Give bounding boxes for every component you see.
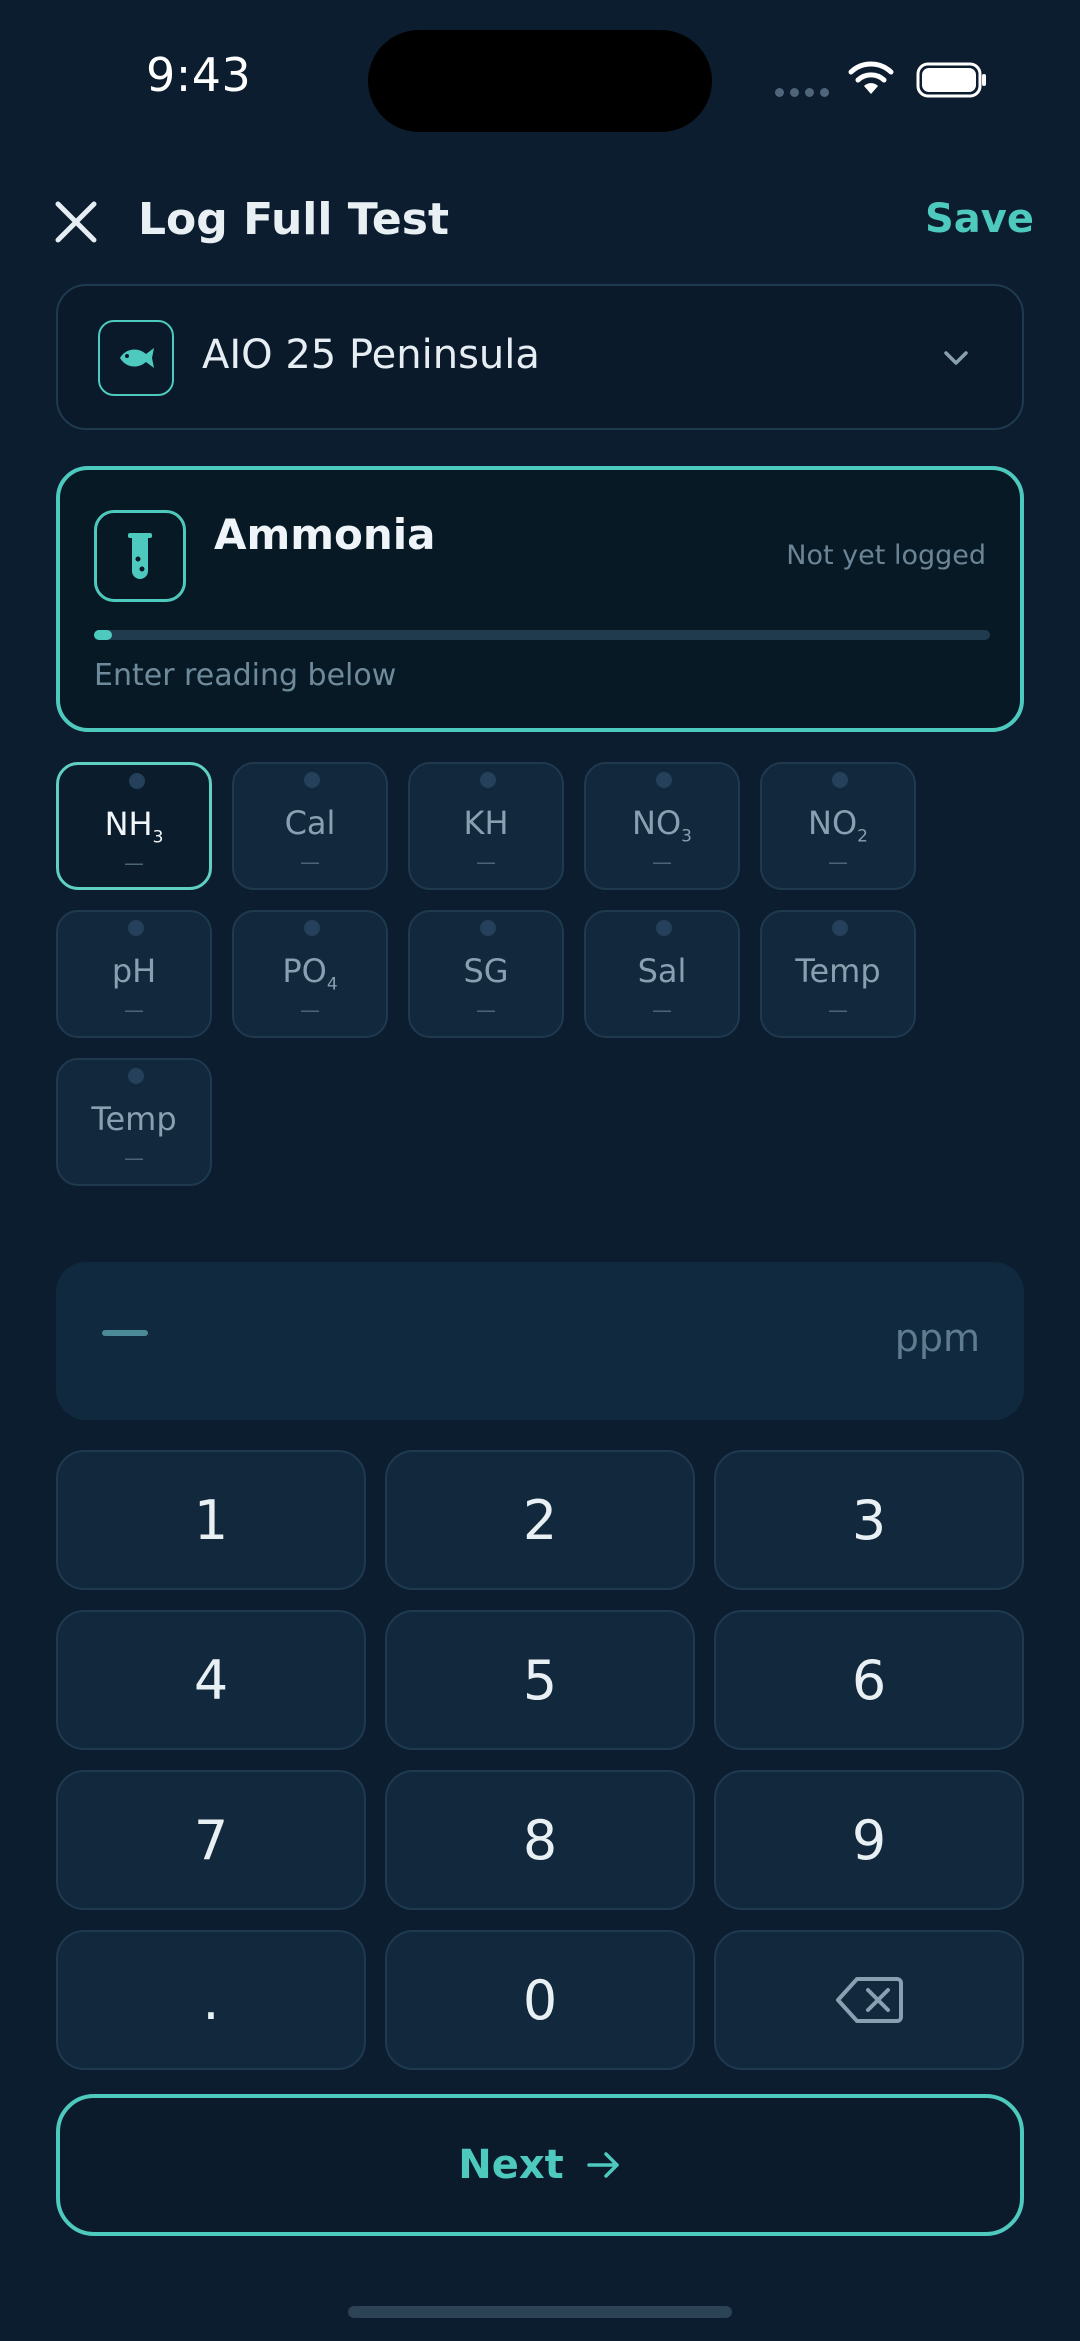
parameter-chip[interactable]: Temp — [56, 1058, 212, 1186]
tank-name: AIO 25 Peninsula [202, 332, 540, 378]
key-label: 0 [522, 1968, 558, 2032]
chip-status-dot [304, 920, 320, 936]
chip-label: NO3 [632, 804, 692, 847]
digit-key-2[interactable]: 2 [385, 1450, 695, 1590]
wifi-icon [848, 61, 894, 94]
digit-key-5[interactable]: 5 [385, 1610, 695, 1750]
empty-reading-placeholder [102, 1330, 148, 1336]
parameter-chip[interactable]: pH — [56, 910, 212, 1038]
parameter-chip[interactable]: Cal — [232, 762, 388, 890]
parameter-chip[interactable]: KH — [408, 762, 564, 890]
chip-status-dot [832, 920, 848, 936]
chip-status-dot [128, 1068, 144, 1084]
chip-label: Temp [91, 1100, 177, 1138]
backspace-icon [836, 1977, 903, 2023]
reading-unit: ppm [894, 1316, 980, 1360]
parameter-chip[interactable]: PO4 — [232, 910, 388, 1038]
chip-label: NH3 [104, 805, 164, 848]
chip-label: KH [463, 804, 509, 842]
dynamic-island [368, 30, 712, 132]
parameter-name: Ammonia [214, 510, 436, 559]
digit-key-4[interactable]: 4 [56, 1610, 366, 1750]
chip-status-dot [656, 772, 672, 788]
key-label: 9 [851, 1808, 887, 1872]
close-icon[interactable] [52, 198, 100, 246]
parameter-chip[interactable]: Sal — [584, 910, 740, 1038]
arrow-right-icon [587, 2152, 619, 2178]
chip-value: — [652, 850, 672, 874]
progress-fill [94, 630, 112, 640]
next-button[interactable]: Next [56, 2094, 1024, 2236]
status-bar: 9:43 [0, 0, 1080, 160]
chip-status-dot [656, 920, 672, 936]
digit-key-6[interactable]: 6 [714, 1610, 1024, 1750]
parameter-chip[interactable]: NO2 — [760, 762, 916, 890]
progress-bar [94, 630, 990, 640]
header: Log Full Test Save [0, 180, 1080, 260]
digit-key-0[interactable]: 0 [385, 1930, 695, 2070]
key-label: 7 [193, 1808, 229, 1872]
chip-label: PO4 [282, 952, 338, 995]
chip-value: — [124, 998, 144, 1022]
key-label: 4 [193, 1648, 229, 1712]
parameter-chip[interactable]: NH3 — [56, 762, 212, 890]
chip-value: — [124, 1146, 144, 1170]
fish-icon [98, 320, 174, 396]
chip-value: — [828, 998, 848, 1022]
chevron-down-icon [944, 351, 968, 365]
digit-key-9[interactable]: 9 [714, 1770, 1024, 1910]
key-label: 5 [522, 1648, 558, 1712]
chip-label: pH [111, 952, 157, 990]
parameter-status: Not yet logged [786, 540, 986, 571]
digit-key-8[interactable]: 8 [385, 1770, 695, 1910]
chip-status-dot [480, 920, 496, 936]
chip-value: — [476, 850, 496, 874]
chip-value: — [652, 998, 672, 1022]
key-label: 8 [522, 1808, 558, 1872]
parameter-chip[interactable]: Temp — [760, 910, 916, 1038]
parameter-chip[interactable]: NO3 — [584, 762, 740, 890]
key-label: 2 [522, 1488, 558, 1552]
key-label: 1 [193, 1488, 229, 1552]
key-label: 6 [851, 1648, 887, 1712]
chip-label: Cal [284, 804, 336, 842]
page-title: Log Full Test [138, 194, 449, 245]
key-label: . [202, 1968, 220, 2032]
battery-icon [916, 62, 986, 98]
digit-key-3[interactable]: 3 [714, 1450, 1024, 1590]
reading-display: ppm [56, 1262, 1024, 1420]
chip-status-dot [832, 772, 848, 788]
current-parameter-card: Ammonia Not yet logged Enter reading bel… [56, 466, 1024, 732]
chip-label: NO2 [808, 804, 868, 847]
digit-key-7[interactable]: 7 [56, 1770, 366, 1910]
chip-label: Temp [795, 952, 881, 990]
chip-value: — [476, 998, 496, 1022]
decimal-key[interactable]: . [56, 1930, 366, 2070]
chip-value: — [828, 850, 848, 874]
test-tube-icon [94, 510, 186, 602]
parameter-chip[interactable]: SG — [408, 910, 564, 1038]
backspace-key[interactable] [714, 1930, 1024, 2070]
status-time: 9:43 [146, 48, 252, 102]
chip-label: SG [463, 952, 509, 990]
cellular-signal-icon [775, 88, 829, 97]
home-indicator [348, 2306, 732, 2318]
chip-status-dot [480, 772, 496, 788]
chip-status-dot [304, 772, 320, 788]
parameter-hint: Enter reading below [94, 658, 397, 693]
chip-status-dot [129, 773, 145, 789]
chip-value: — [300, 998, 320, 1022]
chip-value: — [300, 850, 320, 874]
chip-value: — [124, 851, 144, 875]
tank-selector[interactable]: AIO 25 Peninsula [56, 284, 1024, 430]
chip-label: Sal [637, 952, 687, 990]
key-label: 3 [851, 1488, 887, 1552]
save-button[interactable]: Save [925, 196, 1034, 242]
digit-key-1[interactable]: 1 [56, 1450, 366, 1590]
chip-status-dot [128, 920, 144, 936]
next-button-label: Next [458, 2142, 564, 2188]
